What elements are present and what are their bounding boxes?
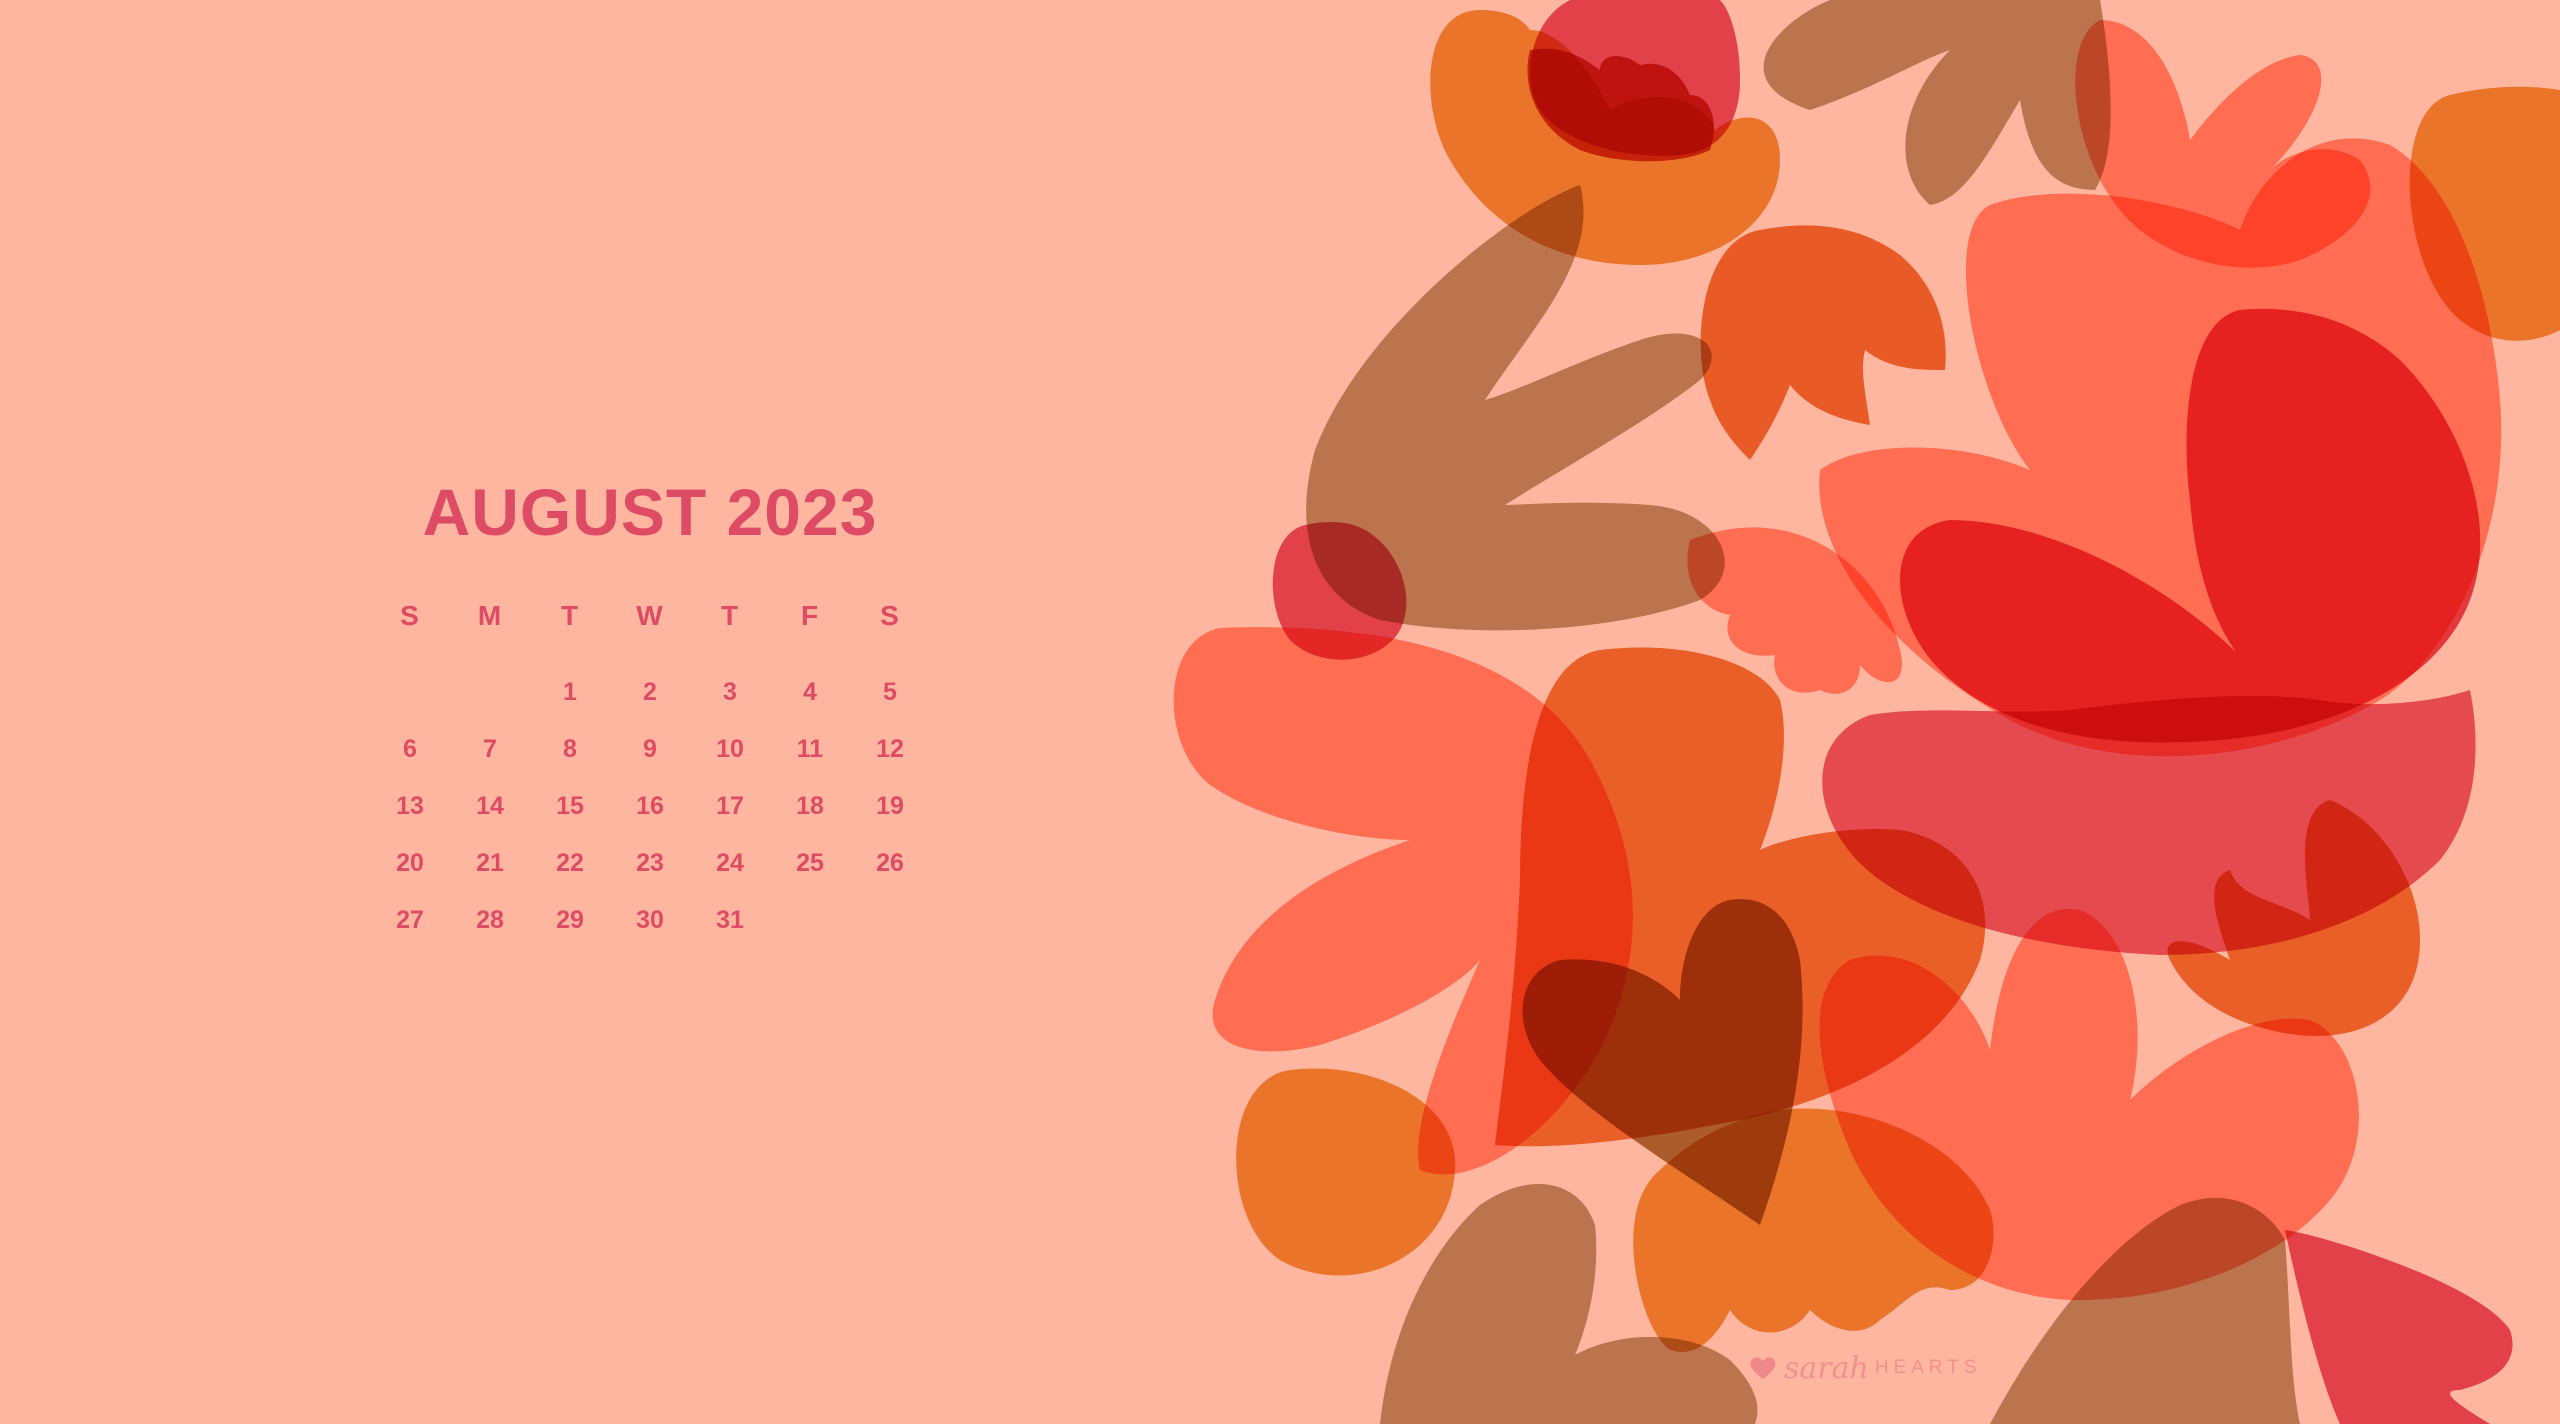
day-cell: 4 (803, 678, 817, 706)
weekday-label: S (400, 600, 420, 631)
day-cell: 23 (636, 849, 664, 877)
mustard-blob-bottom-left (1236, 1068, 1456, 1276)
heart-icon (1750, 1357, 1776, 1380)
day-cell: 18 (796, 792, 824, 820)
weekday-label: W (636, 600, 664, 631)
day-cell: 16 (636, 792, 664, 820)
watermark-script: sarah (1784, 1350, 1869, 1386)
day-cell: 10 (716, 735, 744, 763)
day-cell: 19 (876, 792, 904, 820)
day-cell: 8 (563, 735, 577, 763)
day-cell-empty (370, 672, 450, 729)
month-calendar: AUGUST 2023 SMTWTFS 1 2 3 4 5 6 7 8 9 10 11 12 13 14 1… (370, 470, 930, 957)
weekday-label: T (560, 600, 580, 631)
day-cell: 12 (876, 735, 904, 763)
weekday-label: T (720, 600, 740, 631)
day-cell: 7 (483, 735, 497, 763)
day-grid: 1 2 3 4 5 6 7 8 9 10 11 12 13 14 15 16 17 18 19 20 21 22 23 24 2… (370, 672, 930, 957)
day-cell: 2 (643, 678, 657, 706)
day-cell: 17 (716, 792, 744, 820)
day-cell: 3 (723, 678, 737, 706)
day-cell: 9 (643, 735, 657, 763)
sarah-hearts-watermark: sarah HEARTS (1748, 1348, 1982, 1388)
calendar-month-title: AUGUST 2023 (422, 475, 878, 549)
weekday-header-row: SMTWTFS (370, 596, 930, 636)
day-cell: 24 (716, 849, 744, 877)
day-cell: 30 (636, 906, 664, 934)
day-cell: 11 (796, 735, 824, 763)
day-cell: 26 (876, 849, 904, 877)
day-cell: 22 (556, 849, 584, 877)
day-cell: 6 (403, 735, 417, 763)
day-cell: 29 (556, 906, 584, 934)
day-cell: 20 (396, 849, 424, 877)
watermark-word: HEARTS (1874, 1357, 1982, 1378)
day-cell: 1 (563, 678, 577, 706)
weekday-label: M (477, 600, 503, 631)
weekday-label: F (800, 600, 820, 631)
day-cell: 21 (476, 849, 504, 877)
day-cell: 13 (396, 792, 424, 820)
pink-petal-bottom-right (2285, 1230, 2513, 1424)
day-cell: 25 (796, 849, 824, 877)
orange-tulip-top (1700, 225, 1946, 460)
olive-leaf-top-right (1763, 0, 2111, 205)
wallpaper: AUGUST 2023 SMTWTFS 1 2 3 4 5 6 7 8 9 10 11 12 13 14 1… (0, 0, 2560, 1424)
day-cell: 5 (883, 678, 897, 706)
day-cell: 27 (396, 906, 424, 934)
day-cell-empty (450, 672, 530, 729)
weekday-label: S (880, 600, 900, 631)
day-cell: 31 (716, 906, 744, 934)
day-cell: 14 (476, 792, 504, 820)
day-cell: 15 (556, 792, 584, 820)
day-cell: 28 (476, 906, 504, 934)
